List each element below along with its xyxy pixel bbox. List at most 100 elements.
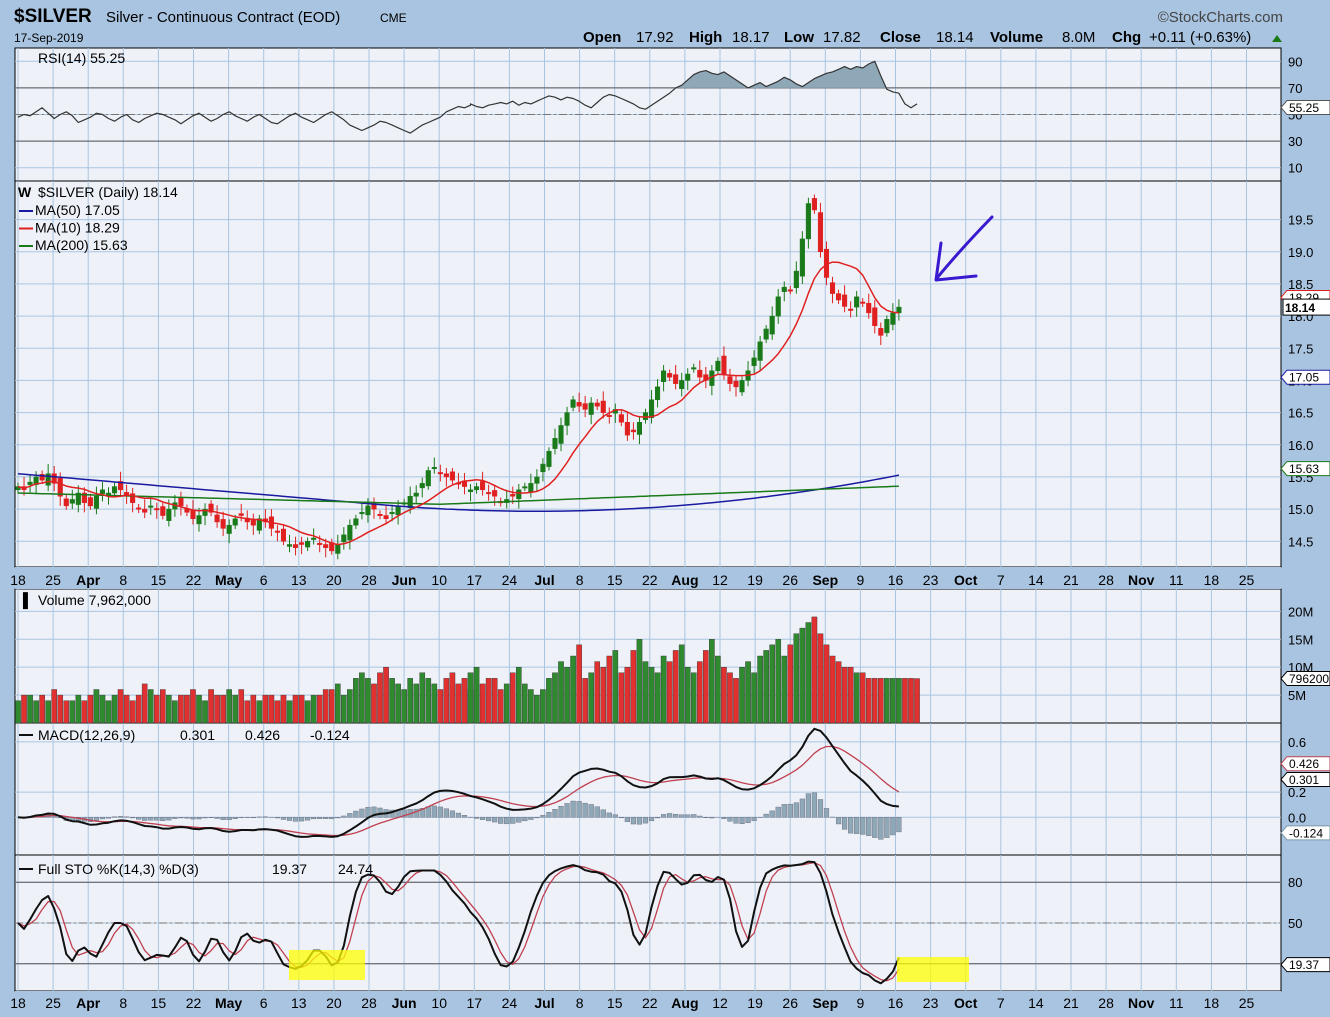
volume-bar xyxy=(293,695,298,723)
candle-body xyxy=(860,302,865,304)
volume-bar xyxy=(733,678,738,723)
volume-bar xyxy=(601,667,606,723)
macd-legend-macd: 0.301 xyxy=(180,727,215,743)
candle-body xyxy=(716,361,721,371)
macd-hist-bar xyxy=(734,817,739,823)
macd-hist-bar xyxy=(263,817,268,818)
macd-legend-title: MACD(12,26,9) xyxy=(38,727,135,743)
volume-bar xyxy=(703,650,708,723)
volume-bar xyxy=(552,673,557,723)
value-badge: 17.05 xyxy=(1281,370,1330,385)
volume-bar xyxy=(528,690,533,724)
macd-hist-bar xyxy=(553,809,558,817)
date-tick-label: 25 xyxy=(1239,572,1255,588)
y-tick-label: 16.5 xyxy=(1288,406,1313,421)
volume-bar xyxy=(245,701,250,723)
volume-bar xyxy=(800,628,805,723)
candle-body xyxy=(112,487,117,493)
volume-bar xyxy=(299,695,304,723)
volume-bar xyxy=(27,695,32,723)
volume-bar xyxy=(679,645,684,723)
candle-body xyxy=(625,422,630,435)
date-tick-label: 26 xyxy=(782,995,798,1011)
ma-legend-label: MA(50) 17.05 xyxy=(35,202,120,218)
volume-bar xyxy=(812,617,817,723)
volume-bar xyxy=(510,673,515,723)
candle-body xyxy=(275,531,280,533)
macd-hist-bar xyxy=(353,811,358,817)
date-tick-label: 28 xyxy=(1098,572,1114,588)
value-badge: 0.426 xyxy=(1281,757,1330,772)
date-tick-label: 25 xyxy=(45,572,61,588)
candle-body xyxy=(474,487,479,490)
date-tick-label: 15 xyxy=(151,995,167,1011)
volume-bar xyxy=(637,639,642,723)
candle-body xyxy=(740,380,745,392)
candle-body xyxy=(565,413,570,426)
volume-bar xyxy=(208,690,213,724)
volume-bar xyxy=(34,701,39,723)
date-tick-label: 13 xyxy=(291,995,307,1011)
macd-hist-bar xyxy=(317,817,322,818)
volume-bar xyxy=(438,690,443,724)
volume-bar xyxy=(890,678,895,723)
candle-body xyxy=(197,516,202,524)
macd-hist-bar xyxy=(215,817,220,818)
macd-hist-bar xyxy=(547,812,552,817)
macd-hist-bar xyxy=(275,817,280,818)
candle-body xyxy=(299,543,304,545)
macd-hist-bar xyxy=(534,817,539,818)
volume-bar xyxy=(21,695,26,723)
macd-hist-bar xyxy=(426,807,431,818)
y-tick-label: 90 xyxy=(1288,54,1302,69)
macd-hist-bar xyxy=(818,799,823,817)
volume-bar xyxy=(329,690,334,724)
macd-hist-bar xyxy=(782,804,787,817)
macd-hist-bar xyxy=(655,817,660,818)
date-tick-label: 23 xyxy=(923,995,939,1011)
volume-bar xyxy=(770,645,775,723)
date-tick-label: 15 xyxy=(607,995,623,1011)
date-tick-label: 8 xyxy=(576,995,584,1011)
macd-hist-bar xyxy=(770,811,775,817)
macd-hist-bar xyxy=(541,815,546,817)
volume-bar xyxy=(317,695,322,723)
date-tick-label: 8 xyxy=(119,572,127,588)
macd-hist-bar xyxy=(643,817,648,823)
y-tick-label: 15M xyxy=(1288,632,1313,647)
candle-body xyxy=(94,496,99,508)
macd-hist-bar xyxy=(866,817,871,835)
candle-body xyxy=(691,368,696,370)
macd-hist-bar xyxy=(722,817,727,818)
date-tick-label: 11 xyxy=(1169,572,1184,588)
volume-bar xyxy=(697,662,702,723)
date-tick-label: 22 xyxy=(186,995,202,1011)
macd-hist-bar xyxy=(788,804,793,817)
volume-bar xyxy=(263,695,268,723)
candle-body xyxy=(649,400,654,418)
macd-hist-bar xyxy=(522,817,527,821)
volume-bar xyxy=(908,678,913,723)
candle-body xyxy=(480,481,485,489)
date-tick-label: May xyxy=(215,995,242,1011)
volume-bar xyxy=(607,656,612,723)
volume-bar xyxy=(396,684,401,723)
candle-body xyxy=(305,541,310,547)
candle-body xyxy=(251,519,256,525)
date-tick-label: 18 xyxy=(10,572,26,588)
close-label: Close xyxy=(880,29,921,46)
macd-hist-bar xyxy=(510,817,515,823)
volume-bar xyxy=(233,695,238,723)
volume-bar xyxy=(914,679,919,723)
volume-bar xyxy=(305,701,310,723)
candle-body xyxy=(728,377,733,384)
candle-body xyxy=(764,329,769,339)
date-tick-label: 22 xyxy=(642,572,658,588)
volume-bar xyxy=(323,690,328,724)
macd-hist-bar xyxy=(329,817,334,819)
volume-bar xyxy=(383,667,388,723)
macd-hist-bar xyxy=(166,817,171,820)
volume-bar xyxy=(389,678,394,723)
date-tick-label: 10 xyxy=(431,995,447,1011)
volume-bar xyxy=(709,639,714,723)
